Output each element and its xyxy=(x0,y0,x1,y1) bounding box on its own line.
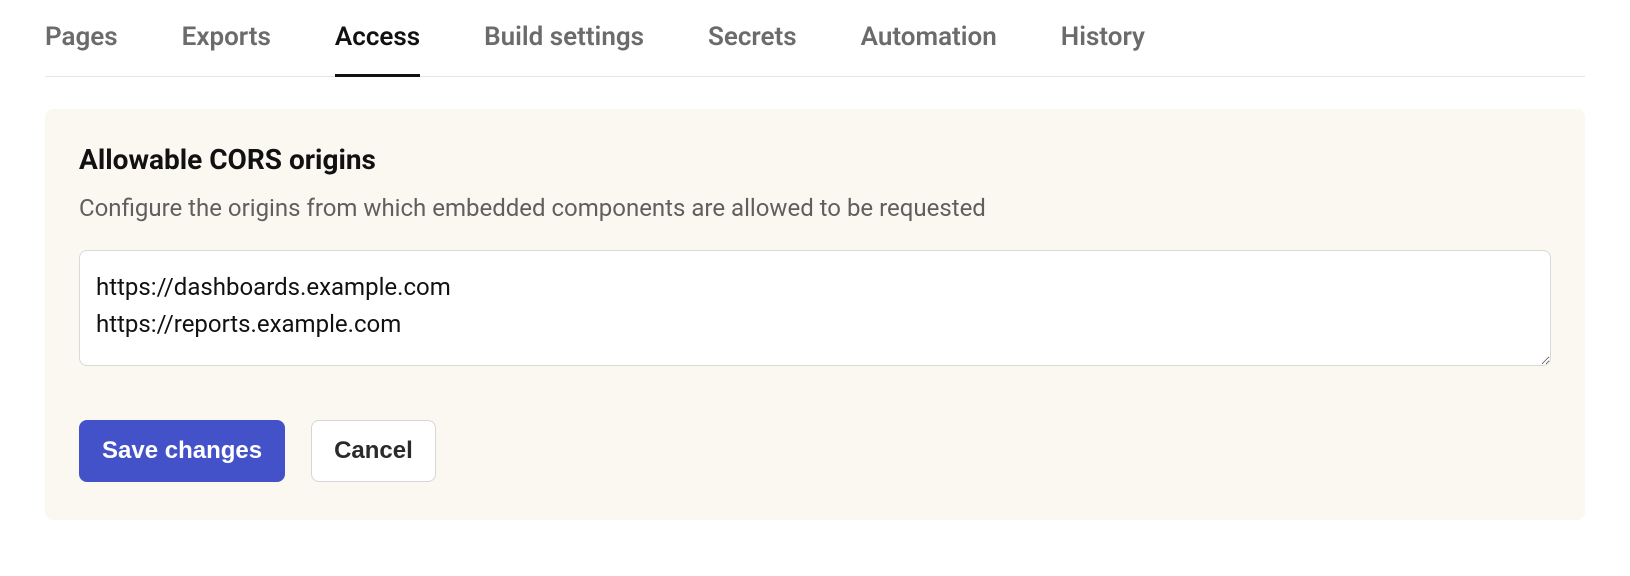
tabs-nav: Pages Exports Access Build settings Secr… xyxy=(45,22,1585,77)
tab-access[interactable]: Access xyxy=(335,22,420,77)
tab-secrets[interactable]: Secrets xyxy=(708,22,797,77)
button-row: Save changes Cancel xyxy=(79,420,1551,482)
save-button[interactable]: Save changes xyxy=(79,420,285,482)
tab-automation[interactable]: Automation xyxy=(861,22,997,77)
panel-description: Configure the origins from which embedde… xyxy=(79,194,1551,222)
panel-title: Allowable CORS origins xyxy=(79,143,1551,176)
cancel-button[interactable]: Cancel xyxy=(311,420,436,482)
tab-history[interactable]: History xyxy=(1061,22,1145,77)
tab-exports[interactable]: Exports xyxy=(182,22,271,77)
cors-origins-input[interactable] xyxy=(79,250,1551,366)
cors-panel: Allowable CORS origins Configure the ori… xyxy=(45,109,1585,520)
tab-pages[interactable]: Pages xyxy=(45,22,118,77)
tab-build-settings[interactable]: Build settings xyxy=(484,22,644,77)
